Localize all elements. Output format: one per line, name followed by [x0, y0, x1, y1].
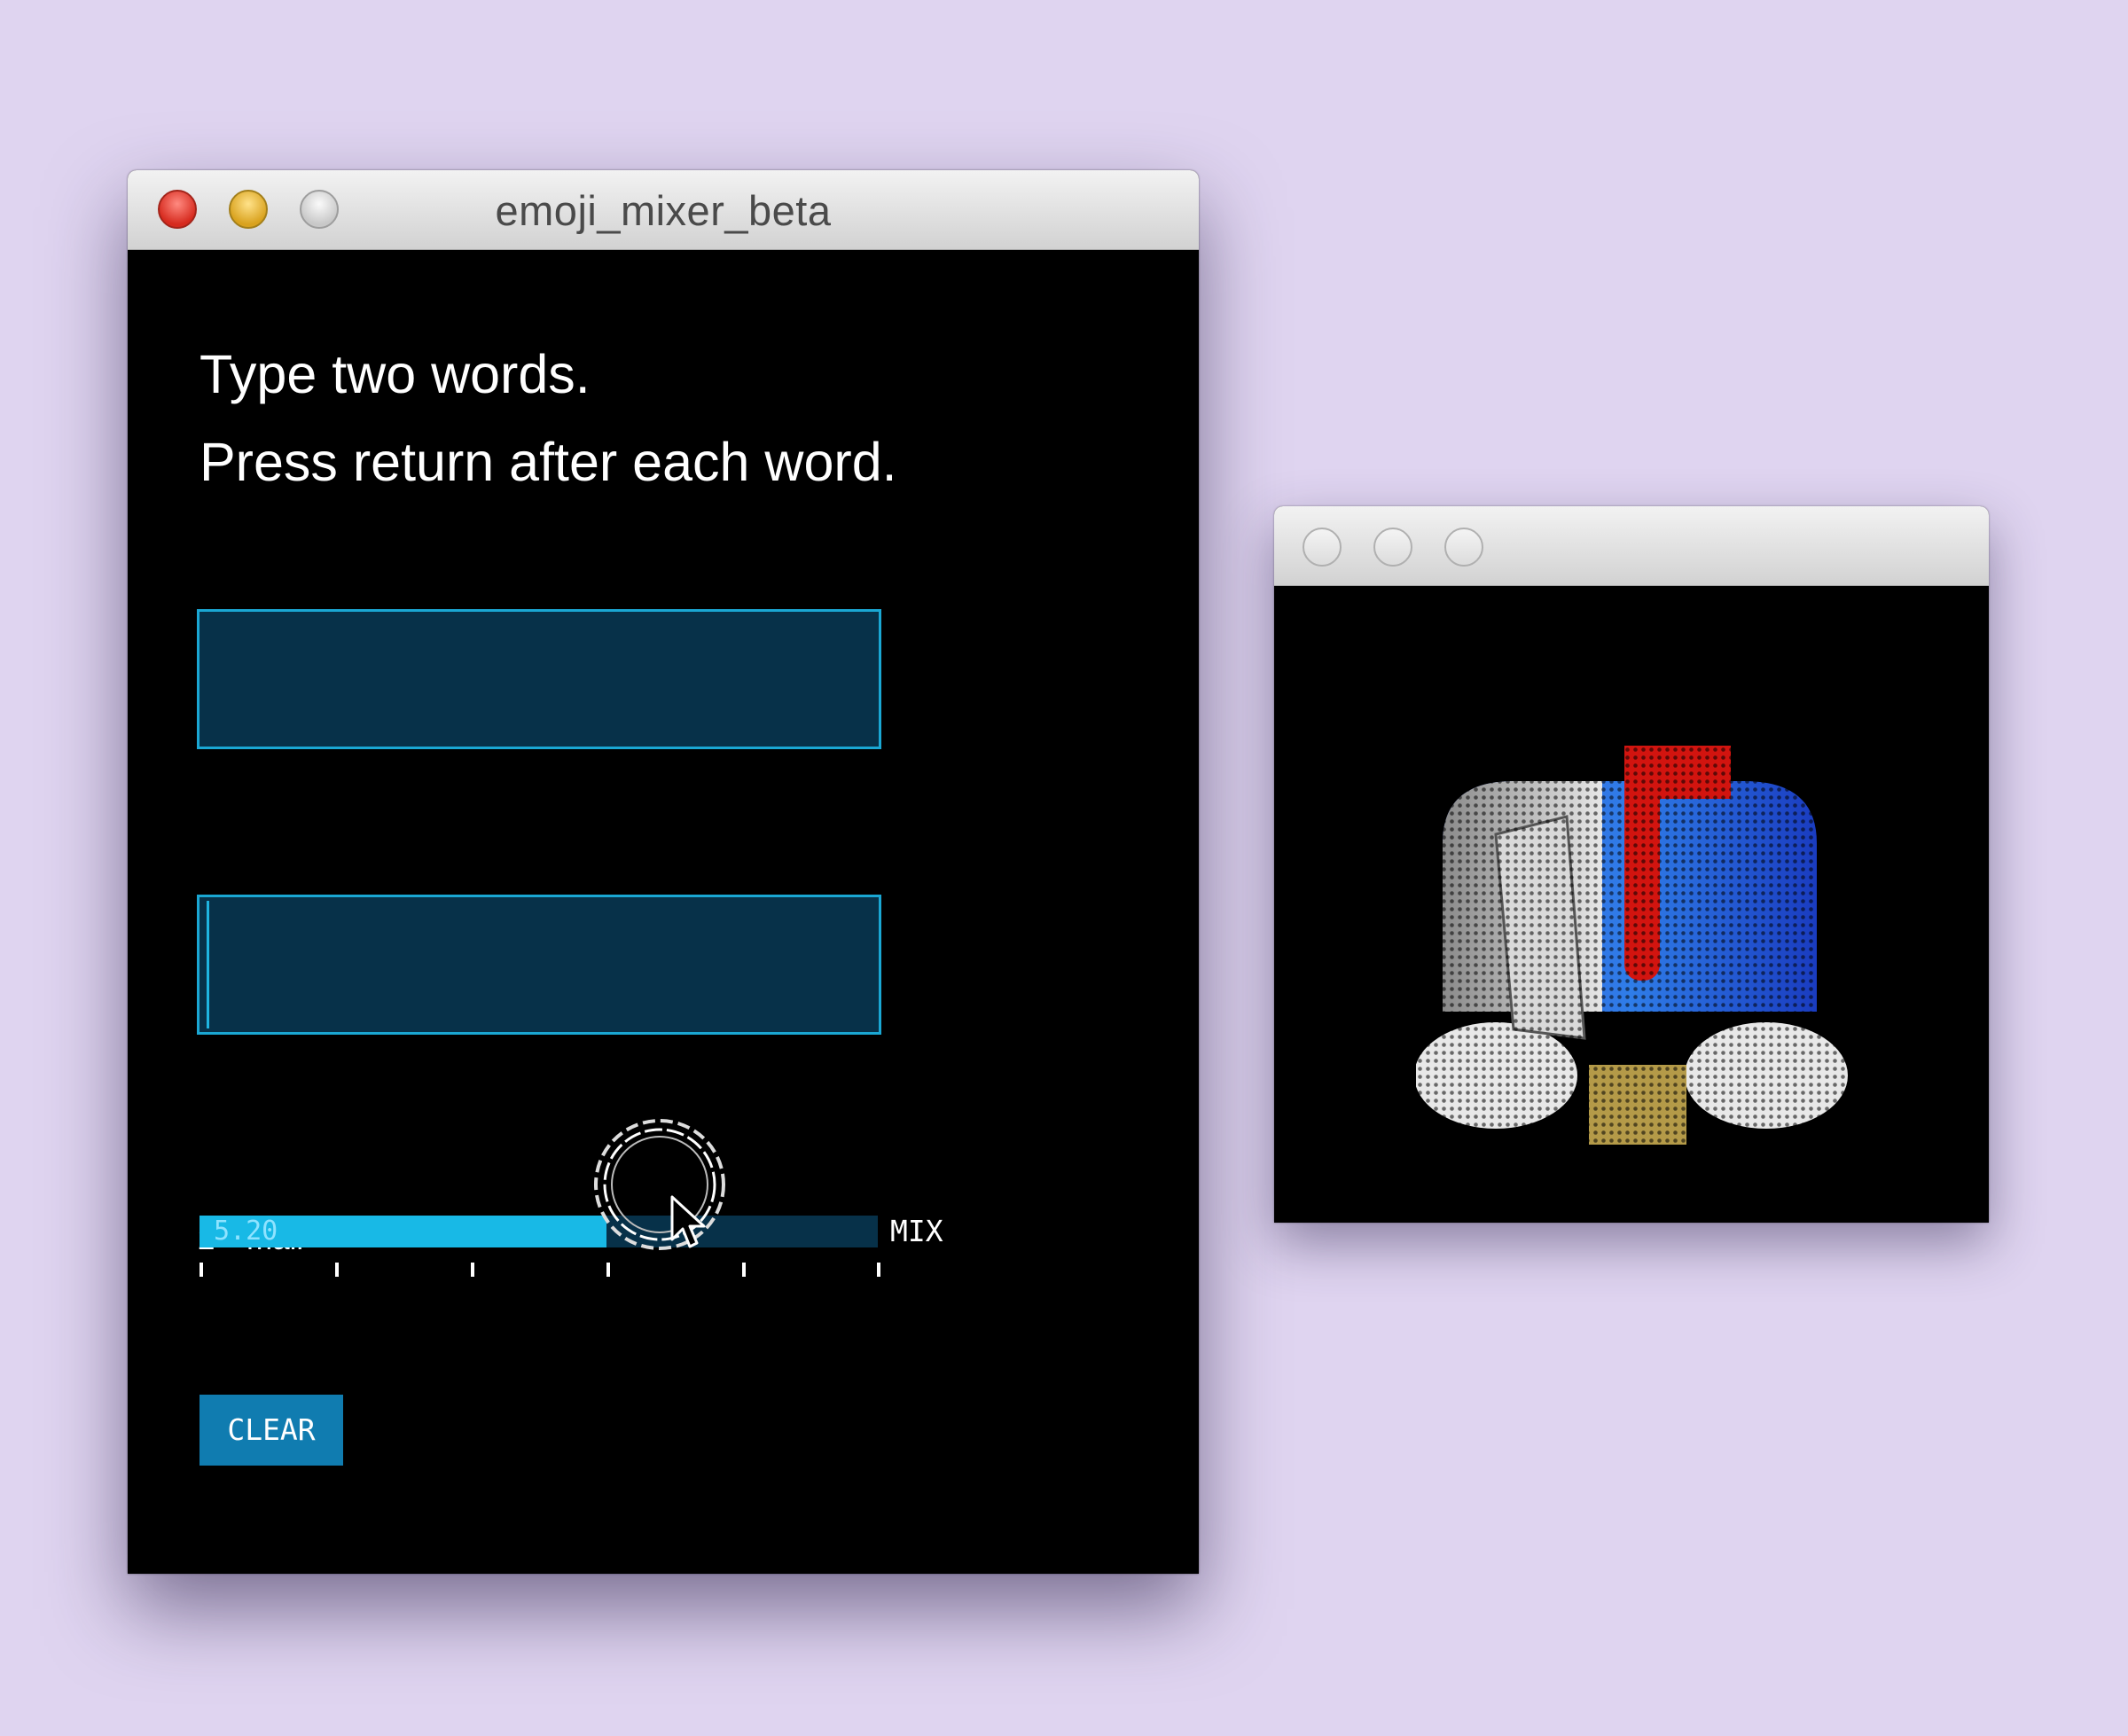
text-caret — [207, 901, 209, 1028]
zoom-window-button[interactable] — [1444, 528, 1483, 567]
slider-tick — [200, 1263, 203, 1277]
word-input-1[interactable] — [197, 609, 881, 749]
slider-tick — [335, 1263, 339, 1277]
slider-tick — [877, 1263, 880, 1277]
mouse-pointer-icon — [670, 1195, 706, 1248]
clear-button[interactable]: CLEAR — [200, 1395, 343, 1466]
mailbox-icon — [1416, 746, 1850, 1145]
word-input-2[interactable] — [197, 895, 881, 1035]
slider-tick — [471, 1263, 474, 1277]
mix-slider[interactable]: 5.20 — [200, 1216, 878, 1247]
preview-title-bar[interactable] — [1274, 506, 1989, 586]
mix-slider-value: 5.20 — [214, 1216, 278, 1247]
slider-tick — [742, 1263, 746, 1277]
slider-tick — [606, 1263, 610, 1277]
window-title: emoji_mixer_beta — [495, 187, 832, 234]
title-bar[interactable]: emoji_mixer_beta — [128, 170, 1199, 250]
close-window-button[interactable] — [1303, 528, 1342, 567]
emoji-preview-window — [1274, 506, 1989, 1223]
mix-slider-label: MIX — [890, 1214, 943, 1248]
minimize-window-button[interactable] — [1373, 528, 1412, 567]
emoji-mixer-window: emoji_mixer_beta Type two words. Press r… — [128, 170, 1199, 1574]
instruction-line-1: Type two words. — [200, 344, 591, 404]
instruction-line-2: Press return after each word. — [200, 432, 897, 492]
